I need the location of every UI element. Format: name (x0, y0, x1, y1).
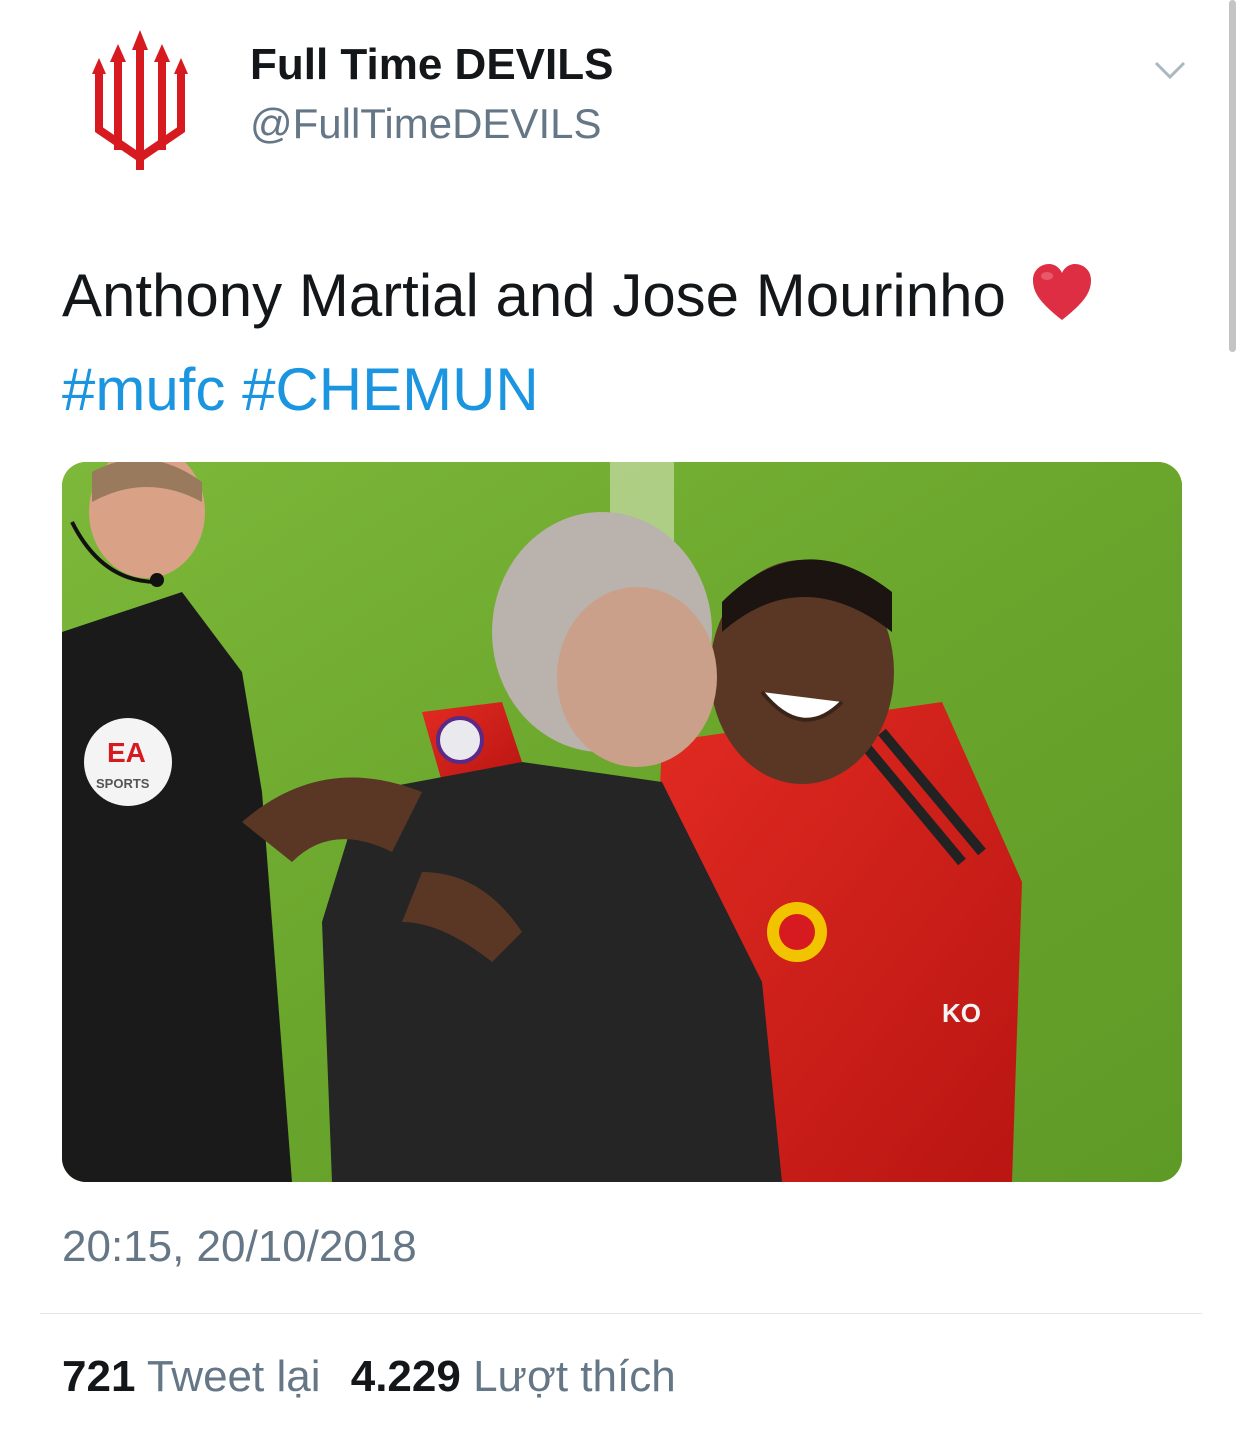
divider (40, 1313, 1202, 1314)
likes-label: Lượt thích (473, 1352, 676, 1401)
avatar[interactable] (80, 22, 200, 172)
tweet-body: Anthony Martial and Jose Mourinho (62, 262, 1006, 329)
chevron-down-icon[interactable] (1150, 55, 1190, 85)
likes-stat[interactable]: 4.229 Lượt thích (351, 1352, 676, 1402)
tweet-photo[interactable]: EA SPORTS KO (62, 462, 1182, 1182)
sponsor-text: KO (942, 998, 981, 1028)
hashtag-list: #mufc #CHEMUN (62, 356, 539, 424)
retweets-count: 721 (62, 1352, 136, 1401)
hashtag-chemun[interactable]: #CHEMUN (242, 356, 539, 423)
user-handle[interactable]: @FullTimeDEVILS (250, 100, 601, 148)
trident-logo-icon (92, 30, 188, 170)
tweet-header: Full Time DEVILS @FullTimeDEVILS (0, 0, 1242, 200)
likes-count: 4.229 (350, 1352, 461, 1401)
hashtag-mufc[interactable]: #mufc (62, 356, 225, 423)
retweets-label: Tweet lại (146, 1352, 321, 1401)
sports-logo-text: SPORTS (96, 776, 150, 791)
retweets-stat[interactable]: 721 Tweet lại (62, 1352, 321, 1402)
red-heart-icon (1029, 262, 1095, 338)
display-name[interactable]: Full Time DEVILS (250, 40, 613, 90)
ea-logo-text: EA (107, 737, 146, 768)
tweet-timestamp[interactable]: 20:15, 20/10/2018 (62, 1222, 417, 1272)
tweet-text: Anthony Martial and Jose Mourinho (62, 262, 1095, 338)
tweet-stats: 721 Tweet lại 4.229 Lượt thích (62, 1352, 694, 1402)
